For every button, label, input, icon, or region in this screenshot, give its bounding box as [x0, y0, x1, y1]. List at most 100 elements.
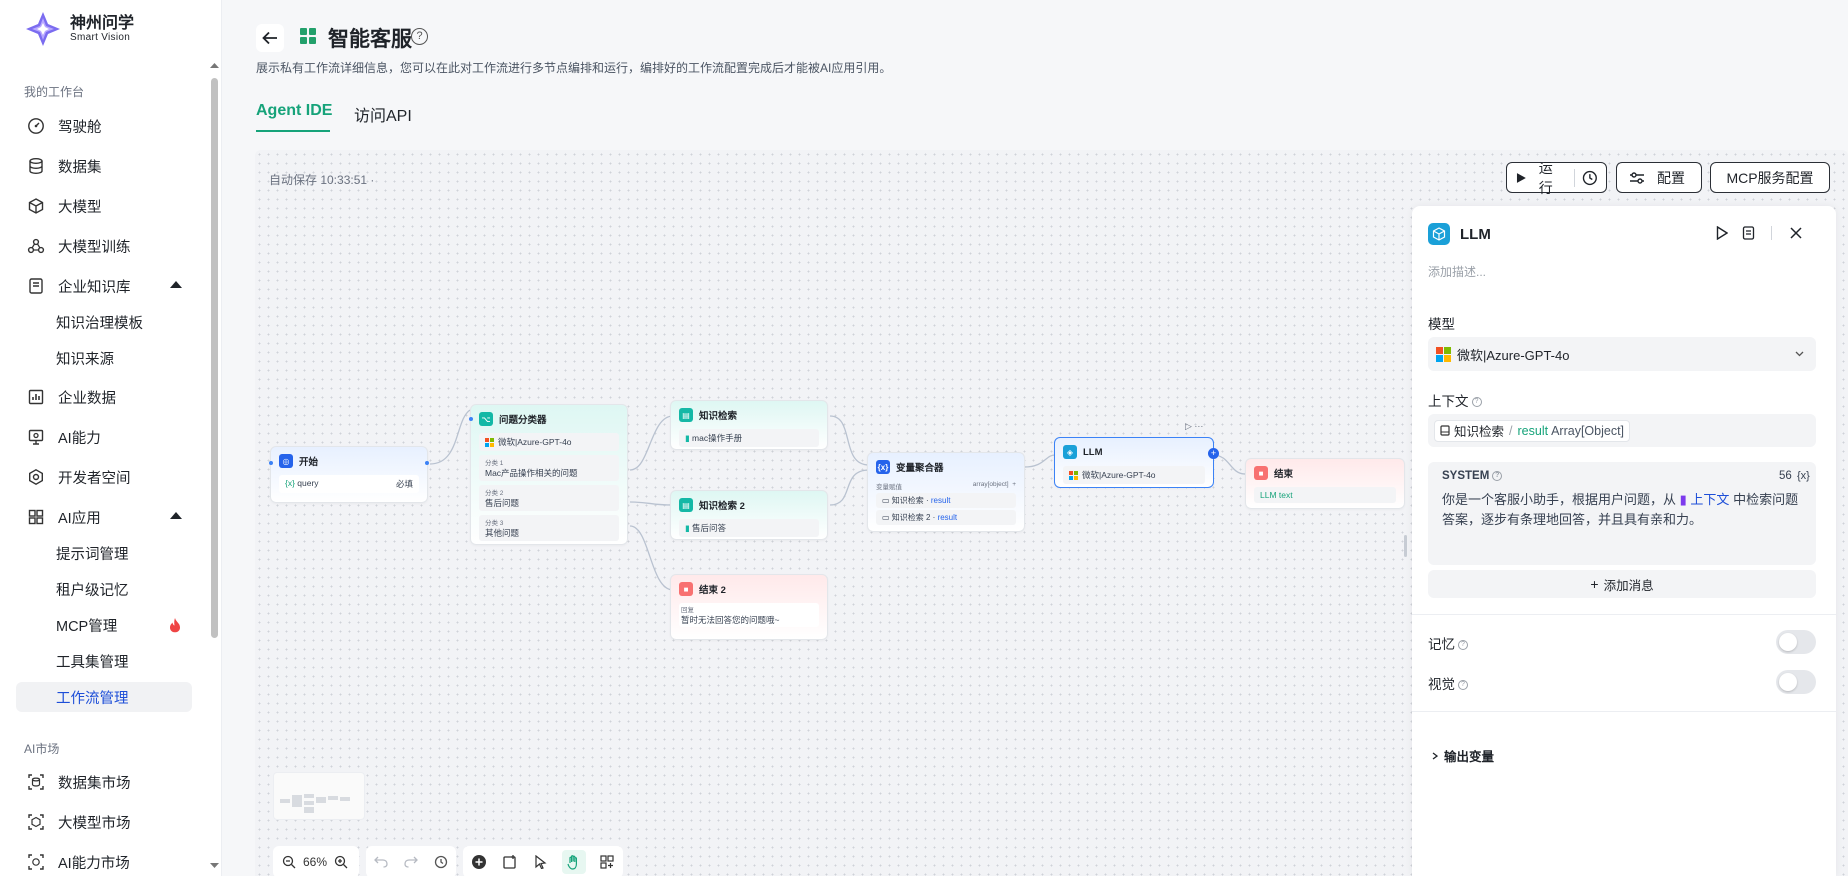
sidebar-sub-prompt[interactable]: 提示词管理: [16, 538, 192, 568]
system-prompt-editor[interactable]: SYSTEM? 56 {x} 你是一个客服小助手，根据用户问题，从 ▮ 上下文 …: [1428, 462, 1816, 565]
system-prompt-text[interactable]: 你是一个客服小助手，根据用户问题，从 ▮ 上下文 中检索问题答案，逐步有条理地回…: [1442, 490, 1802, 530]
run-history-icon[interactable]: [1582, 170, 1598, 186]
sidebar-sub-knowledge-template[interactable]: 知识治理模板: [16, 307, 192, 337]
sidebar-item-enterprise-data[interactable]: 企业数据: [16, 382, 192, 412]
aggregator-var-label: 变量赋值: [876, 484, 902, 491]
kb1-title: 知识检索: [699, 411, 738, 422]
start-required: 必填: [395, 479, 413, 489]
scroll-down-icon[interactable]: [210, 862, 219, 869]
workflow-app-icon: [300, 28, 316, 44]
node-knowledge-retrieval-2[interactable]: ▤ 知识检索 2 ▮ 售后问答: [670, 490, 828, 540]
llm-model: 微软|Azure-GPT-4o: [1082, 470, 1156, 480]
node-variable-aggregator[interactable]: {x} 变量聚合器 变量赋值 array[object] + ▭ 知识检索 · r…: [867, 452, 1025, 532]
mcp-config-button[interactable]: MCP服务配置: [1710, 162, 1830, 193]
memory-toggle[interactable]: [1776, 630, 1816, 654]
class-text: Mac产品操作相关的问题: [485, 468, 578, 478]
add-next-node-icon[interactable]: +: [1208, 448, 1219, 459]
add-node-icon[interactable]: [469, 852, 489, 872]
sidebar-item-model[interactable]: 大模型: [16, 191, 192, 221]
node-actions[interactable]: ▷ ···: [1185, 421, 1203, 432]
sidebar-sub-toolset[interactable]: 工具集管理: [16, 646, 192, 676]
chevron-right-icon: [1432, 751, 1438, 760]
history-icon[interactable]: [431, 852, 451, 872]
sidebar-sub-workflow[interactable]: 工作流管理: [16, 682, 192, 712]
help-icon[interactable]: ?: [1458, 640, 1468, 651]
sidebar-item-knowledge[interactable]: 企业知识库: [16, 271, 192, 301]
variable-icon: {x}: [285, 478, 298, 488]
tab-agent-ide[interactable]: Agent IDE: [256, 102, 332, 120]
hand-icon[interactable]: [562, 850, 587, 874]
sidebar-item-ai-market[interactable]: AI能力市场: [16, 847, 192, 876]
node-classifier[interactable]: ⌥ 问题分类器 微软|Azure-GPT-4o 分类 1 Mac产品操作相关的问题 …: [469, 404, 628, 545]
pointer-icon[interactable]: [531, 852, 551, 872]
sidebar-item-dataset[interactable]: 数据集: [16, 151, 192, 181]
end2-reply-label: 回复: [681, 607, 694, 614]
doc-icon: ▭: [882, 513, 892, 522]
sidebar-item-label: 企业知识库: [58, 279, 131, 296]
scroll-up-icon[interactable]: [210, 62, 219, 69]
description-input[interactable]: 添加描述...: [1428, 263, 1486, 280]
sidebar-item-ai-capability[interactable]: AI能力: [16, 422, 192, 452]
add-message-button[interactable]: + 添加消息: [1428, 570, 1816, 598]
sidebar-item-label: AI应用: [58, 510, 101, 527]
canvas-tools: [463, 846, 623, 876]
insert-variable-icon[interactable]: {x}: [1797, 470, 1810, 482]
node-end-2[interactable]: ■ 结束 2 回复 暂时无法回答您的问题哦~: [670, 574, 828, 640]
help-icon[interactable]: ?: [1492, 470, 1503, 481]
collapse-caret-icon[interactable]: [170, 512, 182, 519]
model-select[interactable]: 微软|Azure-GPT-4o: [1428, 337, 1816, 371]
context-select[interactable]: 知识检索 / result Array[Object]: [1428, 414, 1816, 447]
collapse-caret-icon[interactable]: [170, 281, 182, 288]
scrollbar-thumb[interactable]: [211, 78, 218, 638]
node-end[interactable]: ■ 结束 LLM text: [1245, 458, 1405, 509]
training-icon: [26, 236, 46, 256]
zoom-level[interactable]: 66%: [303, 855, 327, 869]
end-output: LLM text: [1260, 490, 1293, 500]
layout-icon[interactable]: [597, 852, 617, 872]
minimap[interactable]: [273, 772, 365, 820]
redo-icon[interactable]: [401, 852, 421, 872]
node-start[interactable]: ◎ 开始 {x} query 必填: [269, 446, 429, 503]
run-button-group[interactable]: 运行: [1506, 160, 1607, 196]
back-button[interactable]: [256, 24, 284, 52]
sidebar-sub-knowledge-source[interactable]: 知识来源: [16, 343, 192, 373]
sidebar-scrollbar[interactable]: [209, 60, 219, 876]
node-knowledge-retrieval-1[interactable]: ▤ 知识检索 ▮ mac操作手册: [670, 400, 828, 450]
sidebar-item-dataset-market[interactable]: 数据集市场: [16, 767, 192, 797]
undo-icon[interactable]: [371, 852, 391, 872]
page-header: 智能客服 ? 展示私有工作流详细信息，您可以在此对工作流进行多节点编排和运行，编…: [222, 0, 1848, 150]
help-icon[interactable]: ?: [411, 28, 428, 45]
vision-toggle[interactable]: [1776, 670, 1816, 694]
sidebar-item-ai-app[interactable]: AI应用: [16, 502, 192, 532]
sidebar-sub-mcp[interactable]: MCP管理: [16, 610, 192, 640]
sidebar-item-training[interactable]: 大模型训练: [16, 231, 192, 261]
sidebar-item-label: 驾驶舱: [58, 119, 102, 136]
sidebar-item-developer[interactable]: 开发者空间: [16, 462, 192, 492]
zoom-out-icon[interactable]: [279, 852, 299, 872]
fire-icon: [168, 617, 182, 637]
config-button[interactable]: 配置: [1616, 162, 1702, 193]
run-node-icon[interactable]: [1716, 226, 1728, 240]
sidebar-item-model-market[interactable]: 大模型市场: [16, 807, 192, 837]
zoom-in-icon[interactable]: [331, 852, 351, 872]
output-vars-toggle[interactable]: 输出变量: [1432, 746, 1494, 765]
help-icon[interactable]: ?: [1458, 680, 1468, 691]
close-icon[interactable]: [1790, 227, 1802, 239]
section-workspace: 我的工作台: [24, 85, 85, 99]
tab-api[interactable]: 访问API: [354, 102, 412, 126]
dashboard-icon: [26, 116, 46, 136]
kb2-title: 知识检索 2: [699, 501, 745, 512]
prompt-context-ref[interactable]: ▮ 上下文: [1680, 492, 1730, 507]
help-icon[interactable]: ?: [1471, 397, 1482, 408]
node-llm[interactable]: ◈ LLM 微软|Azure-GPT-4o +: [1054, 437, 1219, 488]
document-icon[interactable]: [1742, 226, 1755, 240]
add-note-icon[interactable]: [500, 852, 520, 872]
sidebar-sub-memory[interactable]: 租户级记忆: [16, 574, 192, 604]
agg-row-node: 知识检索 2: [891, 513, 931, 522]
add-icon[interactable]: +: [1012, 481, 1016, 488]
system-char-count: 56: [1779, 470, 1792, 482]
file-icon: ▮: [1679, 492, 1687, 507]
brand-logo[interactable]: 神州问学 Smart Vision: [24, 10, 134, 48]
panel-resize-handle[interactable]: [1404, 535, 1407, 557]
sidebar-item-dashboard[interactable]: 驾驶舱: [16, 111, 192, 141]
